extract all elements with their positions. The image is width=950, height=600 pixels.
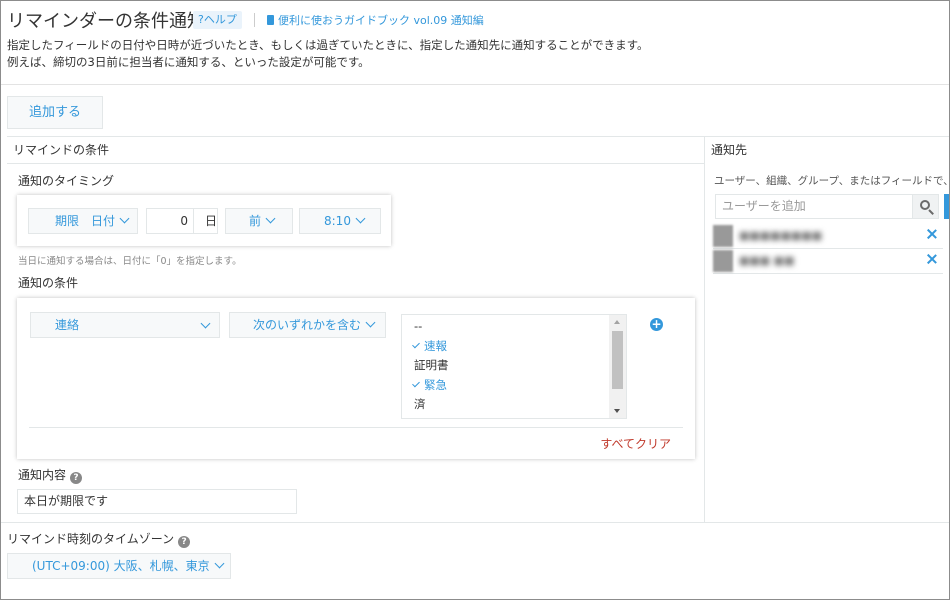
timezone-dropdown[interactable]: (UTC+09:00) 大阪、札幌、東京 xyxy=(7,553,231,579)
clear-all-link[interactable]: すべてクリア xyxy=(600,435,671,452)
recipient-row: ■■■■■■■■ xyxy=(713,223,943,249)
timing-card: 期限 日付 0 日 前 8:10 xyxy=(17,195,391,246)
description-line-2: 例えば、締切の3日前に担当者に通知する、といった設定が可能です。 xyxy=(7,55,370,69)
reminder-settings-window: リマインダーの条件通知 ?ヘルプ 便利に使おうガイドブック vol.09 通知編… xyxy=(0,0,950,600)
timing-field-dropdown[interactable]: 期限 日付 xyxy=(28,208,138,234)
scroll-down-icon[interactable] xyxy=(614,409,620,413)
option-label: 緊急 xyxy=(424,378,447,392)
content-label-row: 通知内容? xyxy=(18,466,83,484)
chevron-down-icon xyxy=(365,317,376,328)
condition-divider xyxy=(29,427,683,428)
user-search-input[interactable]: ユーザーを追加 xyxy=(715,194,913,219)
days-input[interactable]: 0 日 xyxy=(146,208,218,234)
chevron-down-icon xyxy=(200,318,211,329)
content-input[interactable]: 本日が期限です xyxy=(17,489,297,514)
recipient-name: ■■■■■■■■ xyxy=(739,229,823,242)
page-header: リマインダーの条件通知 ?ヘルプ 便利に使おうガイドブック vol.09 通知編… xyxy=(7,7,939,79)
remove-recipient-close-icon[interactable] xyxy=(925,227,939,241)
checkmark-icon xyxy=(412,340,420,349)
chevron-down-icon xyxy=(355,213,366,224)
add-condition-plus-icon[interactable]: + xyxy=(650,318,663,331)
chevron-down-icon xyxy=(119,213,130,224)
page-description: 指定したフィールドの日付や日時が近づいたとき、もしくは過ぎていたときに、指定した… xyxy=(7,37,648,71)
recipient-description: ユーザー、組織、グループ、またはフィールドで、通知 xyxy=(714,175,950,187)
chevron-down-icon xyxy=(214,558,225,569)
listbox-scrollbar[interactable] xyxy=(609,315,626,418)
days-unit: 日 xyxy=(193,208,217,234)
option-item[interactable]: -- xyxy=(414,319,422,333)
option-item-selected[interactable]: 速報 xyxy=(412,338,447,354)
search-icon-handle xyxy=(928,209,934,215)
condition-field-dropdown[interactable]: 連絡 xyxy=(30,312,220,338)
timing-label: 通知のタイミング xyxy=(18,174,115,188)
option-item-selected[interactable]: 緊急 xyxy=(412,377,447,393)
chevron-down-icon xyxy=(265,213,276,224)
recipient-heading: 通知先 xyxy=(711,143,748,157)
avatar xyxy=(713,225,733,247)
checkmark-icon xyxy=(412,379,420,388)
help-link[interactable]: ?ヘルプ xyxy=(193,11,242,29)
guidebook-link[interactable]: 便利に使おうガイドブック vol.09 通知編 xyxy=(267,12,484,28)
condition-field-value: 連絡 xyxy=(55,318,80,332)
condition-card: 連絡 次のいずれかを含む -- 速報 証明書 緊急 済 + すべてクリア xyxy=(17,298,695,459)
scroll-thumb[interactable] xyxy=(612,331,623,389)
condition-operator-value: 次のいずれかを含む xyxy=(253,318,362,332)
guidebook-link-label: 便利に使おうガイドブック vol.09 通知編 xyxy=(278,14,484,27)
option-label: -- xyxy=(414,319,423,333)
timezone-value: (UTC+09:00) 大阪、札幌、東京 xyxy=(32,559,210,573)
help-question-icon[interactable]: ? xyxy=(178,536,191,548)
add-recipient-button-edge[interactable] xyxy=(944,194,949,219)
remove-recipient-close-icon[interactable] xyxy=(925,252,939,266)
days-value: 0 xyxy=(180,214,188,228)
header-separator xyxy=(254,13,255,27)
footer-divider xyxy=(1,522,949,523)
option-label: 済 xyxy=(414,397,426,411)
recipient-name: ■■■ ■■ xyxy=(739,254,795,267)
header-divider xyxy=(1,84,949,85)
timing-direction-value: 前 xyxy=(249,214,262,228)
remind-condition-heading: リマインドの条件 xyxy=(7,137,704,164)
timing-time-value: 8:10 xyxy=(324,214,351,228)
book-icon xyxy=(267,15,274,25)
timing-direction-dropdown[interactable]: 前 xyxy=(225,208,293,234)
remind-condition-panel: リマインドの条件 通知のタイミング 期限 日付 0 日 前 8:10 当日に通知… xyxy=(7,136,705,522)
timing-field-value: 期限 日付 xyxy=(55,214,116,228)
timing-time-dropdown[interactable]: 8:10 xyxy=(299,208,381,234)
timezone-label: リマインド時刻のタイムゾーン xyxy=(7,532,175,546)
option-label: 証明書 xyxy=(414,358,449,372)
option-item[interactable]: 証明書 xyxy=(414,357,449,373)
timing-hint: 当日に通知する場合は、日付に「0」を指定します。 xyxy=(18,256,242,267)
option-item[interactable]: 済 xyxy=(414,396,426,412)
condition-operator-dropdown[interactable]: 次のいずれかを含む xyxy=(229,312,386,338)
search-button[interactable] xyxy=(912,194,939,219)
content-label: 通知内容 xyxy=(18,468,67,482)
description-line-1: 指定したフィールドの日付や日時が近づいたとき、もしくは過ぎていたときに、指定した… xyxy=(7,38,649,52)
condition-label: 通知の条件 xyxy=(18,276,79,290)
search-icon xyxy=(920,200,930,210)
option-label: 速報 xyxy=(424,339,447,353)
avatar xyxy=(713,250,733,272)
recipient-panel: 通知先 ユーザー、組織、グループ、またはフィールドで、通知 ユーザーを追加 ■■… xyxy=(705,136,950,522)
scroll-up-icon[interactable] xyxy=(614,320,620,324)
timezone-label-row: リマインド時刻のタイムゾーン? xyxy=(7,530,191,548)
condition-options-listbox[interactable]: -- 速報 証明書 緊急 済 xyxy=(401,314,627,419)
page-title: リマインダーの条件通知 xyxy=(7,11,205,32)
help-question-icon[interactable]: ? xyxy=(70,472,83,484)
recipient-row: ■■■ ■■ xyxy=(713,248,943,274)
add-button[interactable]: 追加する xyxy=(7,96,103,129)
